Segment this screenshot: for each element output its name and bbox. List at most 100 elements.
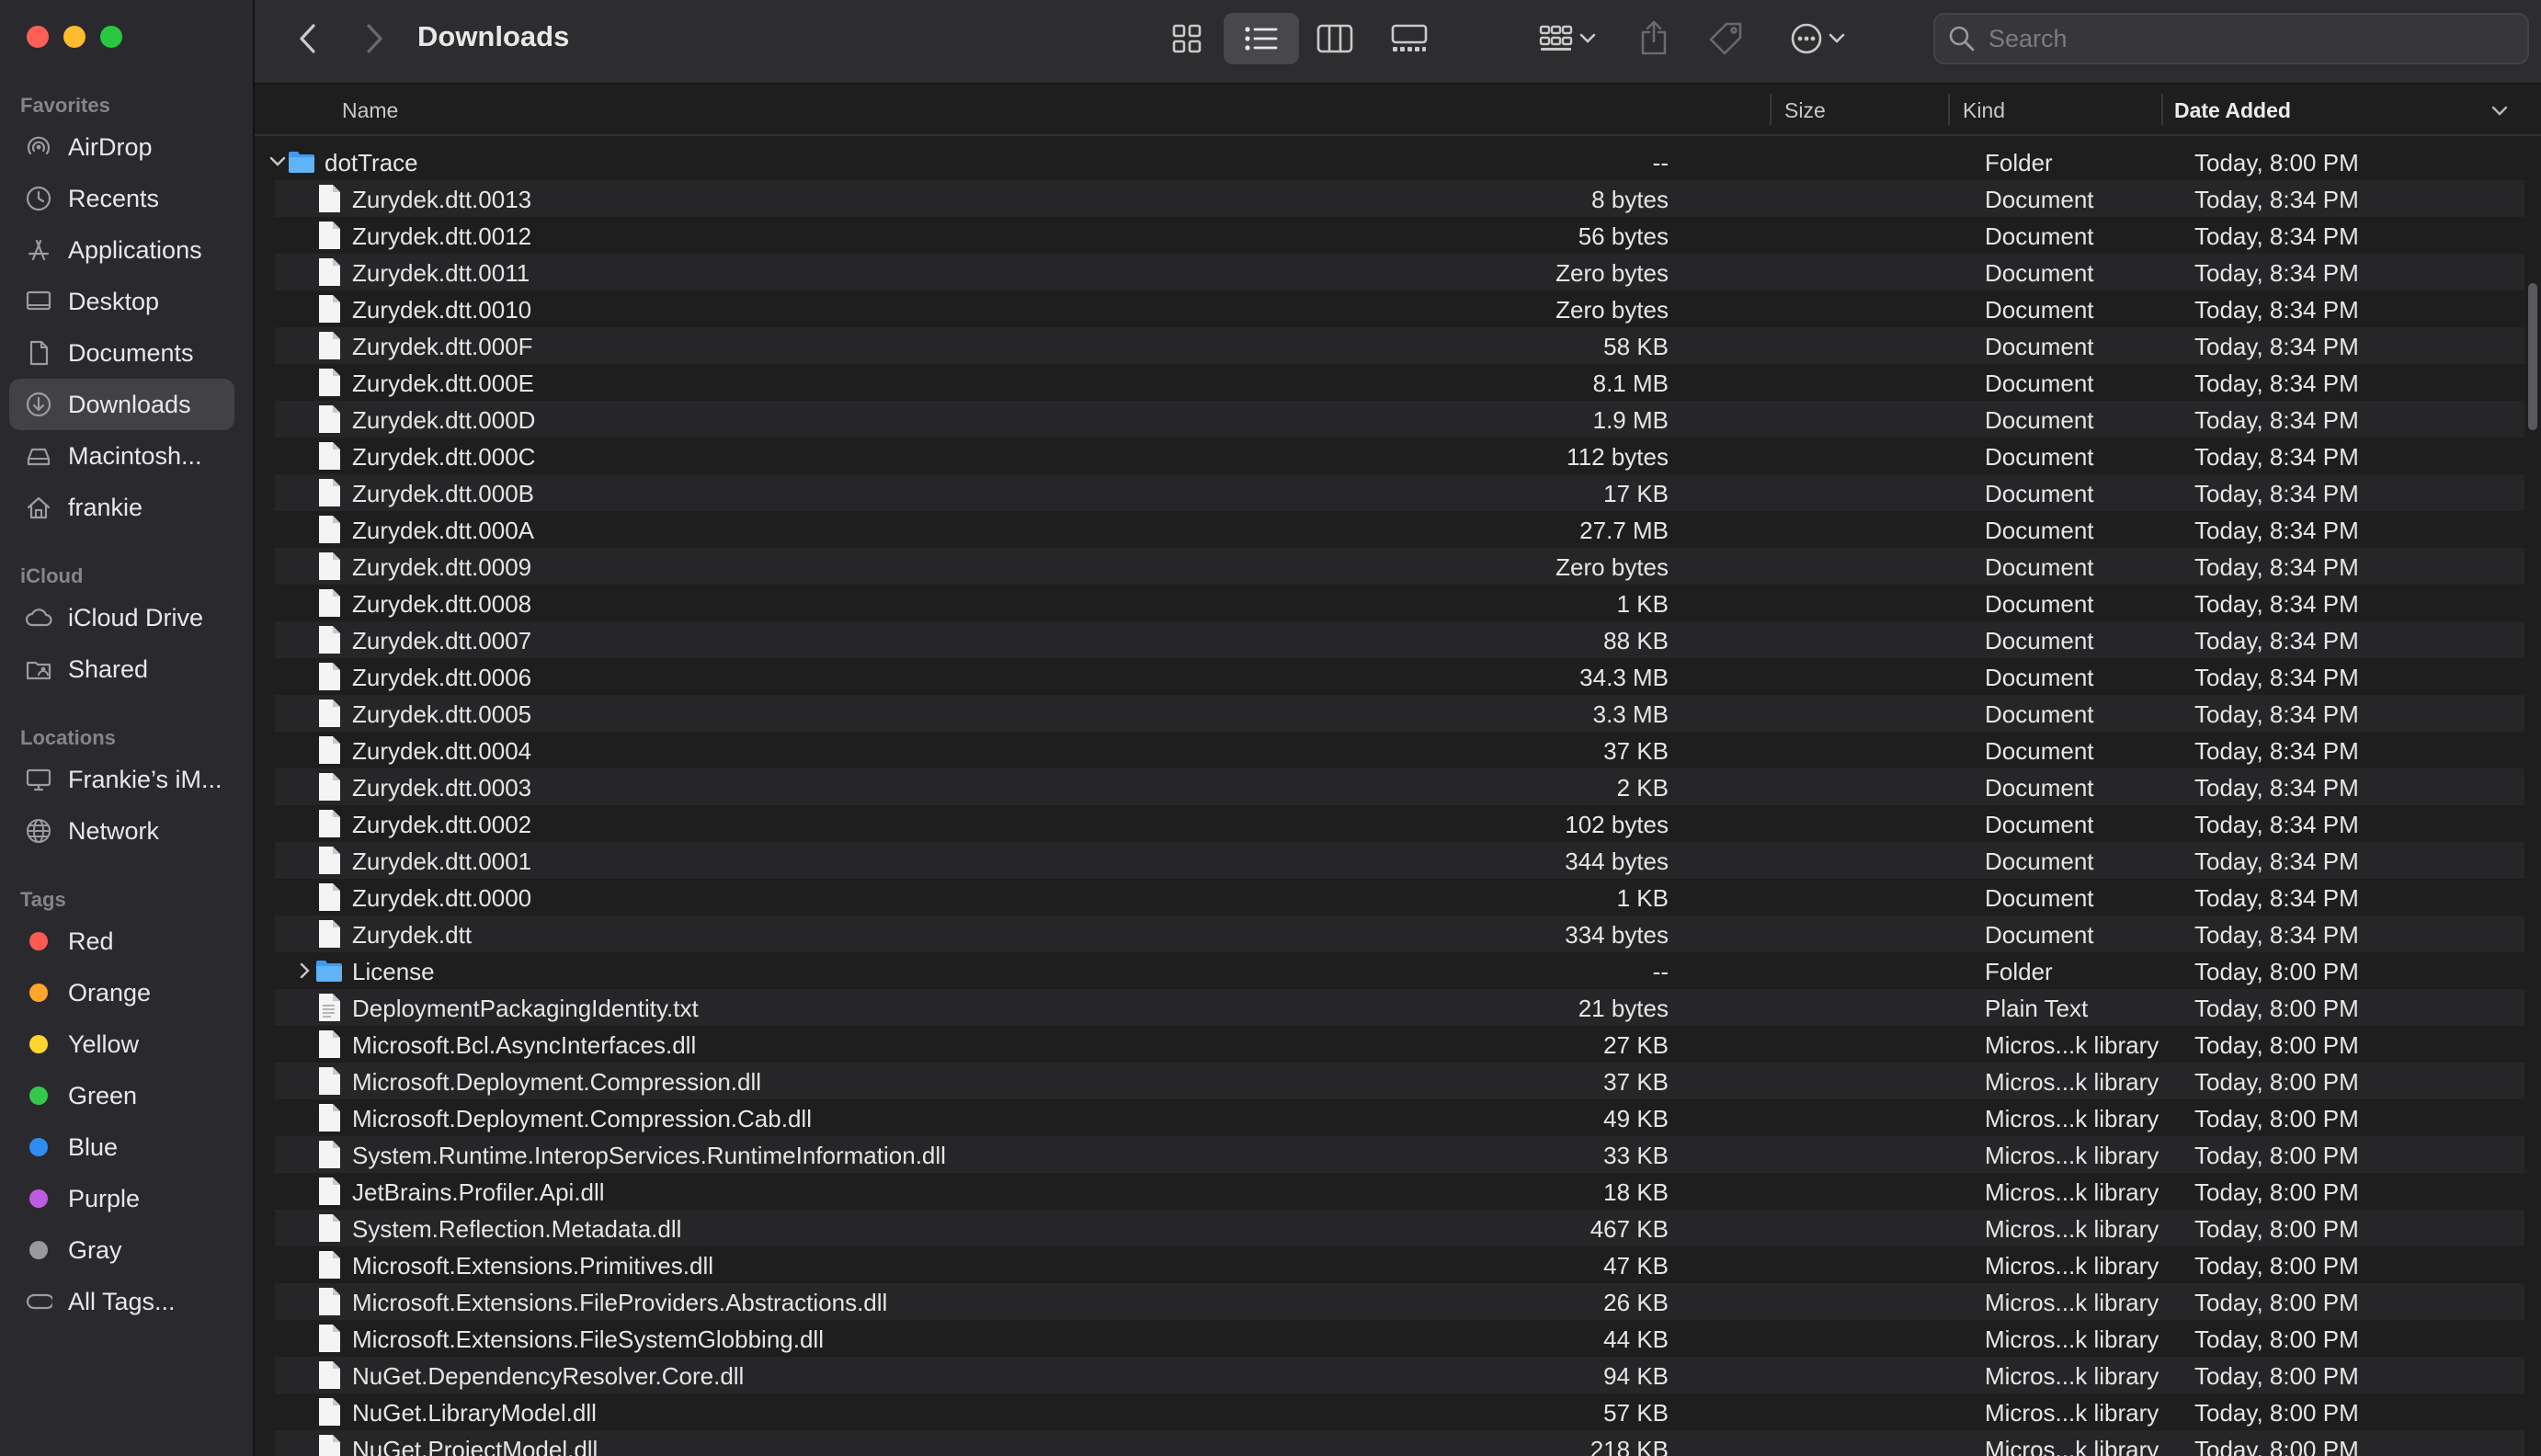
column-kind-header[interactable]: Kind [1963,98,2005,123]
file-row[interactable]: NuGet.DependencyResolver.Core.dll 94 KB Mi… [275,1357,2541,1393]
scrollbar[interactable] [2524,136,2541,1456]
search-field[interactable] [1933,13,2529,64]
file-row[interactable]: Zurydek.dtt.0005 3.3 MB Document Today, 8:3… [275,695,2541,732]
sort-descending-icon[interactable] [2490,105,2509,118]
file-name[interactable]: Zurydek.dtt.000F [352,333,533,361]
file-name[interactable]: Microsoft.Deployment.Compression.dll [352,1068,761,1097]
file-row[interactable]: Zurydek.dtt.0010 Zero bytes Document Today,… [275,290,2541,327]
back-button[interactable] [290,20,326,57]
file-name[interactable]: Zurydek.dtt.000B [352,480,534,508]
sidebar-item-frankie-s-im[interactable]: Frankie’s iM... [9,754,234,805]
folder-row[interactable]: dotTrace -- Folder Today, 8:00 PM [269,143,2541,180]
file-name[interactable]: Zurydek.dtt.0000 [352,884,531,913]
sidebar-tag-green[interactable]: Green [9,1070,234,1121]
file-name[interactable]: Zurydek.dtt.000D [352,406,535,435]
file-name[interactable]: Zurydek.dtt.0012 [352,222,531,251]
file-name[interactable]: Zurydek.dtt.0002 [352,811,531,839]
disclosure-collapsed-icon[interactable] [293,952,317,989]
file-name[interactable]: Microsoft.Bcl.AsyncInterfaces.dll [352,1031,696,1060]
file-row[interactable]: Zurydek.dtt.0004 37 KB Document Today, 8:34… [275,732,2541,768]
file-name[interactable]: Zurydek.dtt [352,921,472,950]
file-name[interactable]: Zurydek.dtt.0004 [352,737,531,766]
file-row[interactable]: System.Runtime.InteropServices.RuntimeIn… [275,1136,2541,1173]
sidebar-tag-gray[interactable]: Gray [9,1224,234,1276]
zoom-window-button[interactable] [100,26,122,48]
file-row[interactable]: Zurydek.dtt.000D 1.9 MB Document Today, 8:3… [275,401,2541,438]
file-row[interactable]: Microsoft.Extensions.FileProviders.Abstr… [275,1283,2541,1320]
column-divider[interactable] [2161,94,2163,125]
file-row[interactable]: Zurydek.dtt.000F 58 KB Document Today, 8:34… [275,327,2541,364]
file-name[interactable]: DeploymentPackagingIdentity.txt [352,995,699,1023]
sidebar-tag-all-tags[interactable]: All Tags... [9,1276,234,1327]
more-actions-button[interactable] [1781,20,1854,57]
sidebar-item-macintosh[interactable]: Macintosh... [9,430,234,482]
sidebar-item-applications[interactable]: Applications [9,224,234,276]
file-row[interactable]: Zurydek.dtt.0013 8 bytes Document Today, 8:… [275,180,2541,217]
file-name[interactable]: Zurydek.dtt.000C [352,443,535,472]
file-name[interactable]: NuGet.ProjectModel.dll [352,1436,598,1456]
file-row[interactable]: Microsoft.Deployment.Compression.Cab.dll… [275,1099,2541,1136]
file-name[interactable]: Zurydek.dtt.0001 [352,847,531,876]
column-date-added-header[interactable]: Date Added [2174,98,2291,123]
sidebar-item-network[interactable]: Network [9,805,234,857]
folder-row[interactable]: License -- Folder Today, 8:00 PM [275,952,2541,989]
file-name[interactable]: Zurydek.dtt.0006 [352,664,531,692]
file-row[interactable]: Zurydek.dtt.0002 102 bytes Document Today, … [275,805,2541,842]
sidebar-item-documents[interactable]: Documents [9,327,234,379]
file-name[interactable]: Zurydek.dtt.0008 [352,590,531,619]
sidebar-item-airdrop[interactable]: AirDrop [9,121,234,173]
file-name[interactable]: NuGet.DependencyResolver.Core.dll [352,1362,744,1391]
sidebar-item-desktop[interactable]: Desktop [9,276,234,327]
file-row[interactable]: Zurydek.dtt 334 bytes Document Today, 8:34 … [275,916,2541,952]
file-row[interactable]: Zurydek.dtt.0009 Zero bytes Document Today,… [275,548,2541,585]
list-view-button[interactable] [1240,20,1282,57]
file-name[interactable]: Zurydek.dtt.000A [352,517,534,545]
forward-button[interactable] [356,20,393,57]
file-name[interactable]: License [352,958,435,986]
file-name[interactable]: NuGet.LibraryModel.dll [352,1399,597,1428]
file-name[interactable]: Zurydek.dtt.0005 [352,700,531,729]
file-name[interactable]: Zurydek.dtt.0010 [352,296,531,324]
file-name[interactable]: Microsoft.Extensions.FileSystemGlobbing.… [352,1325,824,1354]
file-name[interactable]: Zurydek.dtt.0013 [352,186,531,214]
column-name-header[interactable]: Name [342,98,398,123]
close-window-button[interactable] [27,26,49,48]
file-name[interactable]: Microsoft.Extensions.FileProviders.Abstr… [352,1289,887,1317]
file-row[interactable]: Microsoft.Bcl.AsyncInterfaces.dll 27 KB Mi… [275,1026,2541,1063]
file-row[interactable]: Zurydek.dtt.000A 27.7 MB Document Today, 8:… [275,511,2541,548]
tag-button[interactable] [1705,18,1746,59]
file-row[interactable]: Zurydek.dtt.0001 344 bytes Document Today, … [275,842,2541,879]
sidebar-item-shared[interactable]: Shared [9,643,234,695]
gallery-view-button[interactable] [1387,20,1431,57]
file-row[interactable]: Zurydek.dtt.0012 56 bytes Document Today, 8… [275,217,2541,254]
sidebar-tag-orange[interactable]: Orange [9,967,234,1018]
file-name[interactable]: Zurydek.dtt.0009 [352,553,531,582]
sidebar-item-frankie[interactable]: frankie [9,482,234,533]
file-name[interactable]: System.Runtime.InteropServices.RuntimeIn… [352,1142,946,1170]
file-row[interactable]: Zurydek.dtt.0007 88 KB Document Today, 8:34… [275,621,2541,658]
file-name[interactable]: System.Reflection.Metadata.dll [352,1215,681,1244]
share-button[interactable] [1635,17,1672,59]
file-row[interactable]: JetBrains.Profiler.Api.dll 18 KB Micros...… [275,1173,2541,1210]
sidebar-item-icloud-drive[interactable]: iCloud Drive [9,592,234,643]
file-row[interactable]: Zurydek.dtt.0003 2 KB Document Today, 8:34 … [275,768,2541,805]
file-row[interactable]: Zurydek.dtt.000B 17 KB Document Today, 8:34… [275,474,2541,511]
file-name[interactable]: Microsoft.Extensions.Primitives.dll [352,1252,713,1280]
sidebar-tag-purple[interactable]: Purple [9,1173,234,1224]
search-input[interactable] [1987,23,2505,54]
file-row[interactable]: Microsoft.Deployment.Compression.dll 37 K… [275,1063,2541,1099]
file-row[interactable]: Zurydek.dtt.0000 1 KB Document Today, 8:34 … [275,879,2541,916]
file-row[interactable]: Zurydek.dtt.0006 34.3 MB Document Today, 8:… [275,658,2541,695]
group-by-button[interactable] [1531,20,1604,57]
column-size-header[interactable]: Size [1784,98,1826,123]
sidebar-item-recents[interactable]: Recents [9,173,234,224]
file-row[interactable]: NuGet.LibraryModel.dll 57 KB Micros...k li… [275,1393,2541,1430]
sidebar-tag-blue[interactable]: Blue [9,1121,234,1173]
scrollbar-thumb[interactable] [2528,283,2537,430]
column-view-button[interactable] [1314,20,1356,57]
sidebar-tag-yellow[interactable]: Yellow [9,1018,234,1070]
minimize-window-button[interactable] [63,26,85,48]
disclosure-expanded-icon[interactable] [266,143,290,180]
file-row[interactable]: NuGet.ProjectModel.dll 218 KB Micros...k l… [275,1430,2541,1456]
file-name[interactable]: Zurydek.dtt.0011 [352,259,530,288]
